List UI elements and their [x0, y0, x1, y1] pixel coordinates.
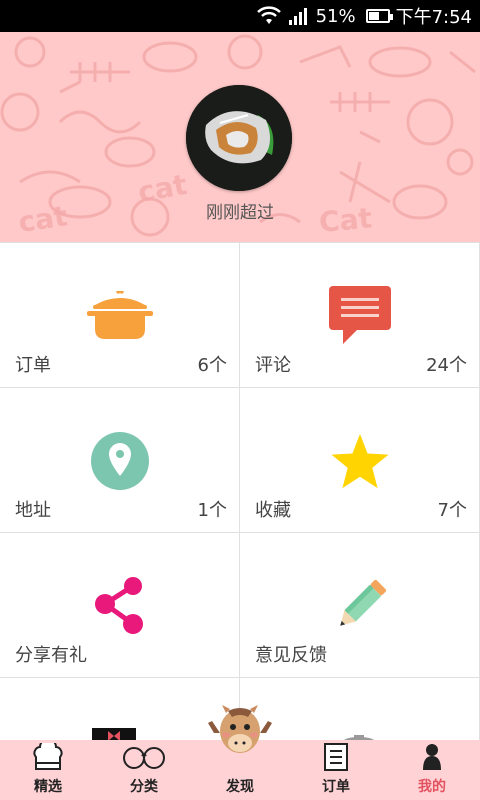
- status-bar: 51% 下午7:54: [0, 0, 480, 32]
- battery-icon: [365, 9, 393, 23]
- address-label: 地址: [15, 500, 51, 521]
- orders-count: 6个: [197, 355, 227, 376]
- cooking-pot-icon: [85, 281, 155, 351]
- comments-count: 24个: [426, 355, 467, 376]
- share-icon: [85, 571, 155, 641]
- nav-discover-label: 发现: [226, 779, 254, 795]
- order-list-icon: [323, 742, 349, 772]
- gaming-mouse-image: [186, 85, 292, 191]
- grid-cell-share[interactable]: 分享有礼: [0, 533, 240, 678]
- address-count: 1个: [197, 500, 227, 521]
- app-root: 51% 下午7:54 cat cat Cat 刚刚超过 订单 6个 评论 24个…: [0, 0, 480, 800]
- pencil-icon: [325, 571, 395, 641]
- nav-featured-label: 精选: [34, 779, 62, 795]
- profile-header: cat cat Cat 刚刚超过: [0, 32, 480, 242]
- nav-category[interactable]: 分类: [96, 740, 192, 800]
- comment-bubble-icon: [325, 281, 395, 351]
- glasses-icon: [122, 742, 166, 772]
- mascot-icon[interactable]: [204, 703, 276, 763]
- nav-orders[interactable]: 订单: [288, 740, 384, 800]
- menu-grid: 订单 6个 评论 24个 地址 1个 收藏 7个 分享有礼 意见反馈: [0, 242, 480, 800]
- favorites-count: 7个: [437, 500, 467, 521]
- nav-category-label: 分类: [130, 779, 158, 795]
- battery-percent: 51%: [315, 5, 356, 27]
- feedback-label: 意见反馈: [255, 645, 327, 666]
- signal-icon: [288, 6, 310, 26]
- avatar[interactable]: [186, 85, 292, 191]
- wifi-icon: [256, 6, 282, 26]
- nav-mine[interactable]: 我的: [384, 740, 480, 800]
- star-icon: [325, 426, 395, 496]
- grid-cell-orders[interactable]: 订单 6个: [0, 243, 240, 388]
- clock: 下午7:54: [395, 7, 472, 28]
- orders-label: 订单: [15, 355, 51, 376]
- grid-cell-favorites[interactable]: 收藏 7个: [240, 388, 480, 533]
- grid-cell-comments[interactable]: 评论 24个: [240, 243, 480, 388]
- grid-cell-address[interactable]: 地址 1个: [0, 388, 240, 533]
- person-icon: [422, 742, 442, 772]
- nav-featured[interactable]: 精选: [0, 740, 96, 800]
- chef-hat-icon: [30, 742, 66, 772]
- favorites-label: 收藏: [255, 500, 291, 521]
- grid-cell-feedback[interactable]: 意见反馈: [240, 533, 480, 678]
- nav-mine-label: 我的: [418, 779, 446, 795]
- nav-orders-label: 订单: [322, 779, 350, 795]
- comments-label: 评论: [255, 355, 291, 376]
- location-pin-icon: [85, 426, 155, 496]
- share-label: 分享有礼: [15, 645, 87, 666]
- username: 刚刚超过: [206, 203, 274, 223]
